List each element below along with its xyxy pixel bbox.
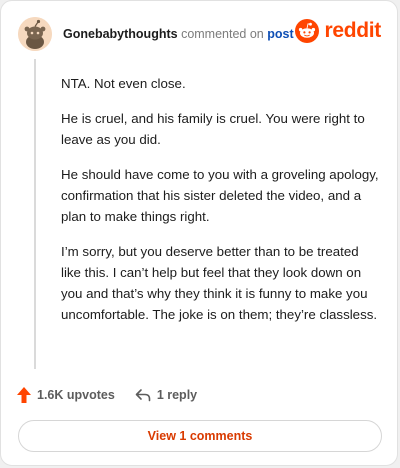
brand-wordmark: reddit bbox=[324, 19, 381, 42]
comment-card: Gonebabythoughts commented on post reddi… bbox=[0, 0, 398, 466]
view-comments-button[interactable]: View 1 comments bbox=[18, 420, 382, 452]
upvote-arrow-icon bbox=[17, 387, 31, 403]
comment-header: Gonebabythoughts commented on post bbox=[63, 27, 294, 41]
reddit-alien-icon bbox=[295, 19, 320, 43]
comment-paragraph: He is cruel, and his family is cruel. Yo… bbox=[61, 111, 365, 147]
reply-count: 1 reply bbox=[156, 388, 198, 402]
username-link[interactable]: Gonebabythoughts bbox=[63, 27, 178, 41]
action-text: commented on bbox=[181, 27, 264, 41]
reply-button[interactable]: 1 reply bbox=[135, 388, 197, 402]
upvote-count: 1.6K upvotes bbox=[37, 388, 115, 402]
comment-paragraph: I’m sorry, but you deserve better than t… bbox=[61, 244, 378, 322]
user-avatar[interactable] bbox=[18, 17, 52, 51]
comment-paragraph: NTA. Not even close. bbox=[61, 76, 186, 91]
comment-actions: 1.6K upvotes 1 reply bbox=[17, 387, 197, 403]
comment-body: NTA. Not even close. He is cruel, and hi… bbox=[61, 73, 379, 339]
reddit-logo[interactable]: reddit bbox=[295, 19, 381, 43]
comment-paragraph: He should have come to you with a grovel… bbox=[61, 167, 379, 224]
thread-line[interactable] bbox=[34, 59, 36, 369]
reply-arrow-icon bbox=[135, 389, 151, 402]
snoo-avatar-icon bbox=[18, 17, 52, 51]
upvote-button[interactable]: 1.6K upvotes bbox=[17, 387, 115, 403]
post-link[interactable]: post bbox=[267, 27, 293, 41]
